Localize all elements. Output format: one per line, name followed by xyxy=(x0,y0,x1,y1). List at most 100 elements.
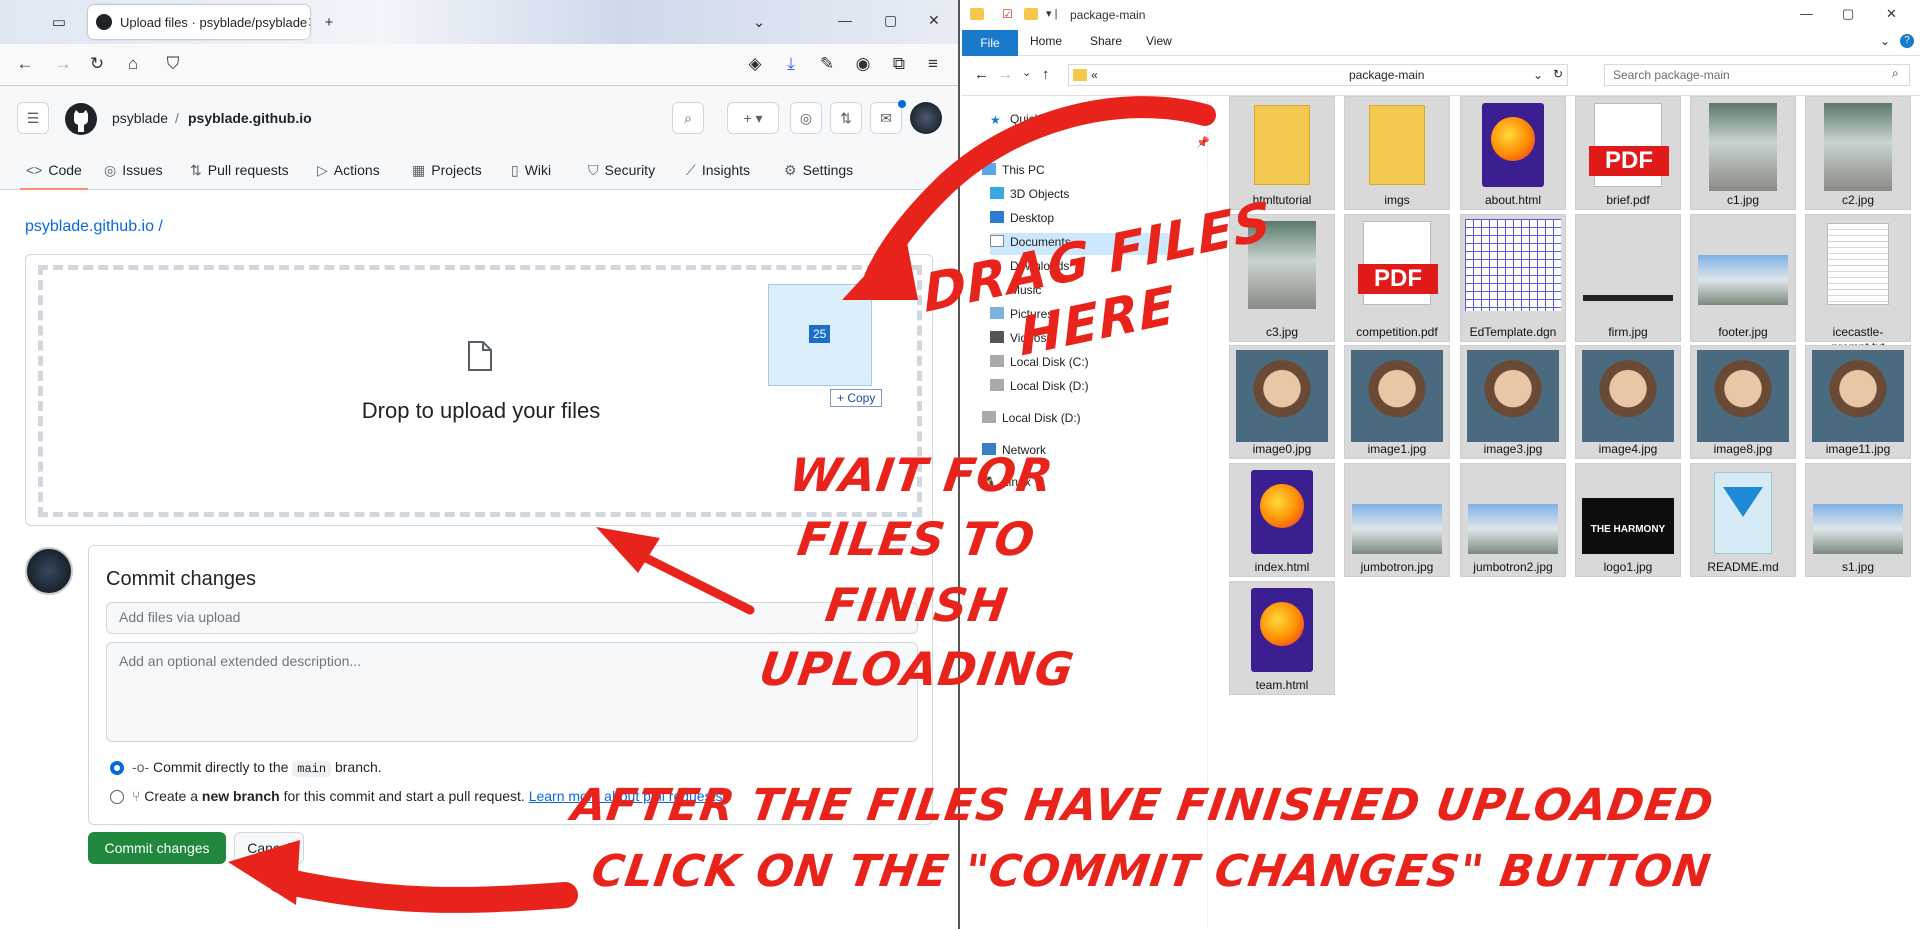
create-new-icon[interactable]: + ▾ xyxy=(727,102,779,134)
address-bar[interactable]: « package-main ⌄ ↻ xyxy=(1068,64,1568,86)
issues-icon[interactable]: ◎ xyxy=(790,102,822,134)
tab-security[interactable]: ⛉ Security xyxy=(588,162,655,179)
github-logo-icon[interactable] xyxy=(64,102,98,136)
forward-icon[interactable]: → xyxy=(52,54,74,74)
nav-desktop[interactable]: Desktop xyxy=(990,211,1054,225)
file-tile[interactable]: THE HARMONY logo1.jpg xyxy=(1575,463,1681,577)
portrait-thumbnail xyxy=(1812,350,1904,442)
commit-summary-input[interactable]: Add files via upload xyxy=(106,602,918,634)
ribbon-tab-view[interactable]: View xyxy=(1146,34,1172,48)
tab-issues[interactable]: ◎ Issues xyxy=(104,162,163,179)
file-tile[interactable]: imgs xyxy=(1344,96,1450,210)
pin-icon[interactable]: 📌 xyxy=(1196,136,1210,149)
forward-icon[interactable]: → xyxy=(998,66,1013,83)
pull-requests-icon[interactable]: ⇅ xyxy=(830,102,862,134)
breadcrumb[interactable]: psyblade.github.io / xyxy=(25,218,163,236)
file-tile[interactable]: about.html xyxy=(1460,96,1566,210)
menu-icon[interactable]: ≡ xyxy=(922,54,944,74)
nav-local-disk-d[interactable]: Local Disk (D:) xyxy=(990,379,1089,393)
maximize-icon[interactable]: ▢ xyxy=(884,12,897,29)
customize-toolbar-icon[interactable]: ▾ | xyxy=(1046,7,1057,20)
tab-actions[interactable]: ▷ Actions xyxy=(317,162,380,179)
folder-quick-icon[interactable] xyxy=(970,8,984,20)
tab-settings[interactable]: ⚙ Settings xyxy=(784,162,853,179)
tab-projects[interactable]: ▦ Projects xyxy=(412,162,482,179)
file-tile[interactable]: image1.jpg xyxy=(1344,345,1450,459)
nav-quick-access[interactable]: ★ Quick access xyxy=(990,112,1082,127)
file-tile[interactable]: PDF brief.pdf xyxy=(1575,96,1681,210)
tab-wiki[interactable]: ▯ Wiki xyxy=(511,162,551,179)
user-avatar[interactable] xyxy=(910,102,942,134)
cancel-button[interactable]: Cancel xyxy=(234,832,304,864)
file-tile[interactable]: team.html xyxy=(1229,581,1335,695)
file-tile[interactable]: firm.jpg xyxy=(1575,214,1681,342)
tab-pull-requests[interactable]: ⇅ Pull requests xyxy=(190,162,289,179)
reload-icon[interactable]: ↻ xyxy=(86,54,108,74)
hamburger-menu-icon[interactable]: ☰ xyxy=(17,102,49,134)
file-tile[interactable]: icecastle-prompt.txt xyxy=(1805,214,1911,354)
account-icon[interactable]: ◉ xyxy=(852,54,874,74)
wrench-icon[interactable]: ✎ xyxy=(816,54,838,74)
new-branch-radio[interactable] xyxy=(110,790,124,804)
maximize-icon[interactable]: ▢ xyxy=(1842,6,1854,22)
ribbon-tab-share[interactable]: Share xyxy=(1090,34,1122,48)
file-tile[interactable]: jumbotron2.jpg xyxy=(1460,463,1566,577)
nav-local-disk-d-2[interactable]: Local Disk (D:) xyxy=(982,411,1081,425)
minimize-icon[interactable]: — xyxy=(838,12,852,28)
addons-icon[interactable]: ⧉ xyxy=(888,54,910,74)
file-tile[interactable]: jumbotron.jpg xyxy=(1344,463,1450,577)
new-tab-icon[interactable]: + xyxy=(318,12,340,34)
file-tile[interactable]: PDF competition.pdf xyxy=(1344,214,1450,342)
file-tile[interactable]: image0.jpg xyxy=(1229,345,1335,459)
close-tab-icon[interactable]: ✕ xyxy=(307,14,310,31)
up-icon[interactable]: ↑ xyxy=(1042,66,1050,83)
properties-icon[interactable]: ☑ xyxy=(1002,7,1013,21)
back-icon[interactable]: ← xyxy=(974,66,989,83)
chevron-down-icon[interactable]: ⌄ xyxy=(748,12,770,34)
close-window-icon[interactable]: ✕ xyxy=(928,12,940,29)
file-tile[interactable]: c1.jpg xyxy=(1690,96,1796,210)
tab-wiki-label: Wiki xyxy=(524,162,552,178)
commit-direct-radio[interactable] xyxy=(110,761,124,775)
back-icon[interactable]: ← xyxy=(14,54,36,74)
file-name: image4.jpg xyxy=(1598,442,1658,456)
file-tile[interactable]: footer.jpg xyxy=(1690,214,1796,342)
nav-label: Quick access xyxy=(1010,112,1082,126)
file-tile[interactable]: image11.jpg xyxy=(1805,345,1911,459)
address-dropdown-icon[interactable]: ⌄ xyxy=(1533,68,1543,82)
file-tile[interactable]: image4.jpg xyxy=(1575,345,1681,459)
recent-locations-icon[interactable]: ⌄ xyxy=(1022,66,1031,79)
ribbon-tab-home[interactable]: Home xyxy=(1030,34,1062,48)
close-window-icon[interactable]: ✕ xyxy=(1886,6,1897,22)
nav-3d-objects[interactable]: 3D Objects xyxy=(990,187,1069,201)
file-tile[interactable]: image8.jpg xyxy=(1690,345,1796,459)
new-folder-icon[interactable] xyxy=(1024,8,1038,20)
file-tile[interactable]: c2.jpg xyxy=(1805,96,1911,210)
tab-list-icon[interactable]: ▭ xyxy=(48,12,70,34)
file-tile[interactable]: htmltutorial xyxy=(1229,96,1335,210)
inbox-icon[interactable]: ✉ xyxy=(870,102,902,134)
help-icon[interactable]: ? xyxy=(1900,34,1914,48)
file-tile[interactable]: image3.jpg xyxy=(1460,345,1566,459)
search-icon[interactable]: ⌕ xyxy=(672,102,704,134)
ribbon-tab-file[interactable]: File xyxy=(962,30,1018,56)
shield-tracking-icon[interactable]: ⛉ xyxy=(162,54,184,74)
repo-owner[interactable]: psyblade xyxy=(112,110,168,126)
tab-insights[interactable]: ⟋ Insights xyxy=(686,162,750,179)
commit-changes-button[interactable]: Commit changes xyxy=(88,832,226,864)
ribbon-expand-icon[interactable]: ⌄ xyxy=(1880,34,1890,48)
file-tile[interactable]: index.html xyxy=(1229,463,1335,577)
tab-code[interactable]: <> Code xyxy=(20,162,88,190)
file-tile[interactable]: s1.jpg xyxy=(1805,463,1911,577)
search-input[interactable]: Search package-main xyxy=(1604,64,1910,86)
refresh-icon[interactable]: ↻ xyxy=(1553,67,1563,81)
browser-tab[interactable]: Upload files · psyblade/psyblade ✕ xyxy=(88,5,310,39)
file-tile[interactable]: EdTemplate.dgn xyxy=(1460,214,1566,342)
nav-this-pc[interactable]: This PC xyxy=(982,163,1045,177)
extension-icon[interactable]: ◈ xyxy=(744,54,766,74)
file-tile[interactable]: README.md xyxy=(1690,463,1796,577)
home-icon[interactable]: ⌂ xyxy=(122,54,144,74)
minimize-icon[interactable]: — xyxy=(1800,6,1813,21)
repo-name[interactable]: psyblade.github.io xyxy=(188,110,312,126)
downloads-icon[interactable]: ⤓ xyxy=(780,54,802,74)
